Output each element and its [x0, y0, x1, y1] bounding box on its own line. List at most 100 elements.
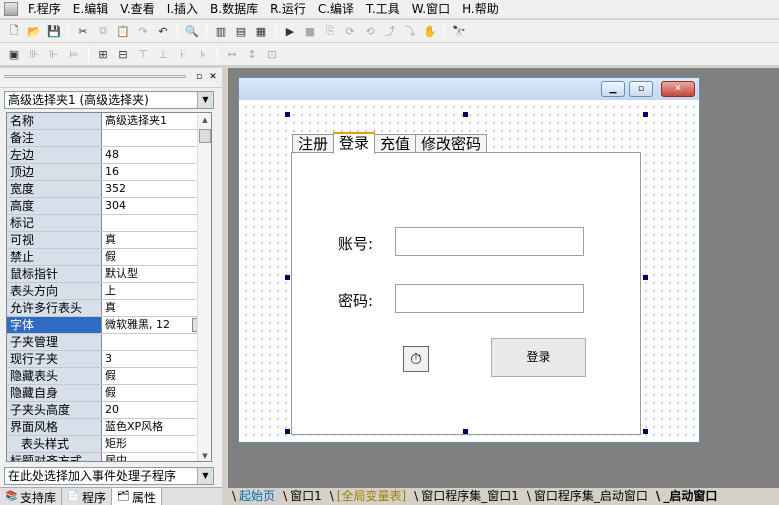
property-value[interactable]: 蓝色XP风格 — [102, 419, 211, 435]
property-row[interactable]: 现行子夹 3 — [7, 351, 211, 368]
close-icon[interactable]: ✕ — [661, 81, 695, 97]
center-v-icon[interactable]: ⊟ — [113, 45, 133, 63]
cut-icon[interactable]: ✂ — [73, 22, 93, 40]
property-value[interactable]: 16 — [102, 164, 211, 180]
align-top-icon[interactable]: ⊤ — [133, 45, 153, 63]
doctab-start-page[interactable]: \ 起始页 — [228, 488, 279, 505]
property-row[interactable]: 界面风格 蓝色XP风格 — [7, 419, 211, 436]
selection-handle[interactable] — [285, 429, 290, 434]
property-row[interactable]: 高度 304 — [7, 198, 211, 215]
property-value[interactable]: 304 — [102, 198, 211, 214]
selection-handle[interactable] — [285, 112, 290, 117]
menu-help[interactable]: H.帮助 — [456, 0, 505, 19]
property-value[interactable]: 矩形 — [102, 436, 211, 452]
find-icon[interactable]: 🔍 — [182, 22, 202, 40]
password-input[interactable] — [395, 284, 584, 313]
selection-handle[interactable] — [643, 429, 648, 434]
property-row[interactable]: 表头样式 矩形 — [7, 436, 211, 453]
property-row[interactable]: 子夹头高度 20 — [7, 402, 211, 419]
minimize-icon[interactable]: ▁ — [601, 81, 625, 97]
new-icon[interactable]: 🗋 — [4, 22, 24, 40]
property-value[interactable]: 真 — [102, 232, 211, 248]
scroll-down-icon[interactable]: ▼ — [198, 449, 211, 461]
tab-properties[interactable]: 🗂 属性 — [112, 488, 163, 505]
property-value[interactable]: 3 — [102, 351, 211, 367]
layout3-icon[interactable]: ▦ — [251, 22, 271, 40]
property-value[interactable]: 假 — [102, 368, 211, 384]
scroll-thumb[interactable] — [199, 129, 211, 143]
step4-icon[interactable]: ⤴ — [380, 22, 400, 40]
chevron-down-icon[interactable]: ▼ — [197, 468, 213, 484]
stop-icon[interactable]: ■ — [300, 22, 320, 40]
same-width-icon[interactable]: ⊧ — [193, 45, 213, 63]
property-row[interactable]: 子夹管理 — [7, 334, 211, 351]
form-window[interactable]: ▁ ▫ ✕ 注册 登录 充值 修改密码 账号: 密码: ⏱ 登录 — [238, 77, 700, 443]
align-bottom-icon[interactable]: ⊦ — [173, 45, 193, 63]
close-icon[interactable]: ✕ — [208, 72, 218, 82]
scroll-up-icon[interactable]: ▲ — [198, 113, 211, 127]
property-value[interactable]: 居中 — [102, 453, 211, 461]
event-selector[interactable]: 在此处选择加入事件处理子程序 ▼ — [4, 467, 214, 485]
menu-database[interactable]: B.数据库 — [204, 0, 264, 19]
property-value[interactable]: 20 — [102, 402, 211, 418]
paste-icon[interactable]: 📋 — [113, 22, 133, 40]
align-spread-icon[interactable]: ⊨ — [64, 45, 84, 63]
selection-handle[interactable] — [463, 112, 468, 117]
selection-handle[interactable] — [285, 275, 290, 280]
doctab-globals[interactable]: \ [全局变量表] — [326, 488, 410, 505]
panel-grip[interactable] — [4, 75, 186, 78]
step1-icon[interactable]: ⎘ — [320, 22, 340, 40]
menu-tools[interactable]: T.工具 — [360, 0, 406, 19]
selection-handle[interactable] — [463, 429, 468, 434]
property-row[interactable]: 允许多行表头真 — [7, 300, 211, 317]
property-row[interactable]: 备注 — [7, 130, 211, 147]
chevron-down-icon[interactable]: ▼ — [197, 92, 213, 108]
restore-icon[interactable]: ▫ — [194, 72, 204, 82]
grid-icon[interactable]: ⊡ — [262, 45, 282, 63]
vspace-icon[interactable]: ↕ — [242, 45, 262, 63]
doctab-window1-assembly[interactable]: \ 窗口程序集_窗口1 — [410, 488, 523, 505]
save-icon[interactable]: 💾 — [44, 22, 64, 40]
property-scrollbar[interactable]: ▲ ▼ — [197, 113, 211, 461]
timer-icon[interactable]: ⏱ — [403, 346, 429, 372]
property-value[interactable]: 微软雅黑, 12··· — [102, 317, 211, 333]
object-selector[interactable]: 高级选择夹1 (高级选择夹) ▼ — [4, 91, 214, 109]
account-input[interactable] — [395, 227, 584, 256]
doctab-window1[interactable]: \ 窗口1 — [279, 488, 326, 505]
property-value[interactable]: 48 — [102, 147, 211, 163]
tab-program[interactable]: 📄 程序 — [62, 488, 113, 505]
property-value[interactable]: 默认型 — [102, 266, 211, 282]
property-value[interactable]: 真 — [102, 300, 211, 316]
property-row[interactable]: 禁止假 — [7, 249, 211, 266]
property-row[interactable]: 左边 48 — [7, 147, 211, 164]
property-row[interactable]: 隐藏表头假 — [7, 368, 211, 385]
align-middle-icon[interactable]: ⊥ — [153, 45, 173, 63]
property-row[interactable]: 宽度 352 — [7, 181, 211, 198]
menu-insert[interactable]: I.插入 — [161, 0, 204, 19]
menu-compile[interactable]: C.编译 — [312, 0, 360, 19]
property-row[interactable]: 隐藏自身假 — [7, 385, 211, 402]
hand-icon[interactable]: ✋ — [420, 22, 440, 40]
layout1-icon[interactable]: ▥ — [211, 22, 231, 40]
property-row[interactable]: 表头方向上 — [7, 283, 211, 300]
selection-handle[interactable] — [643, 112, 648, 117]
property-value[interactable]: 352 — [102, 181, 211, 197]
run-icon[interactable]: ▶ — [280, 22, 300, 40]
property-value[interactable]: 假 — [102, 385, 211, 401]
property-value[interactable] — [102, 130, 211, 146]
binoculars-icon[interactable]: 🔭 — [449, 22, 469, 40]
tab-change-password[interactable]: 修改密码 — [415, 134, 488, 154]
copy-icon[interactable]: ⧉ — [93, 22, 113, 40]
doctab-startup-assembly[interactable]: \ 窗口程序集_启动窗口 — [523, 488, 652, 505]
center-h-icon[interactable]: ⊞ — [93, 45, 113, 63]
property-value[interactable]: 假 — [102, 249, 211, 265]
form-canvas[interactable]: 注册 登录 充值 修改密码 账号: 密码: ⏱ 登录 — [240, 101, 699, 442]
step5-icon[interactable]: ⤵ — [400, 22, 420, 40]
tab-register[interactable]: 注册 — [292, 134, 335, 154]
app-icon[interactable] — [4, 2, 18, 16]
property-value[interactable] — [102, 334, 211, 350]
menu-window[interactable]: W.窗口 — [406, 0, 456, 19]
form-titlebar[interactable]: ▁ ▫ ✕ — [239, 78, 699, 100]
doctab-startup-window[interactable]: \ _启动窗口 — [652, 488, 721, 505]
step3-icon[interactable]: ⟲ — [360, 22, 380, 40]
